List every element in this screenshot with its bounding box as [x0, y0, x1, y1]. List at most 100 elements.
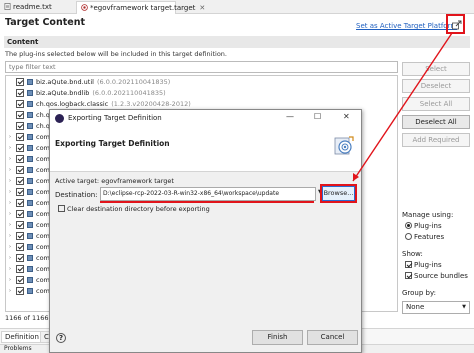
chevron-right-icon[interactable]: › [9, 288, 16, 294]
page-title: Target Content [5, 17, 85, 28]
target-icon [81, 4, 88, 11]
tab-definition[interactable]: Definition [1, 331, 43, 343]
chevron-right-icon[interactable]: › [9, 156, 16, 162]
help-icon[interactable]: ? [56, 333, 66, 343]
group-by-label: Group by: [402, 289, 436, 297]
tree-row-name: com [36, 198, 50, 207]
checkbox-checked-icon[interactable] [16, 165, 24, 174]
destination-underline-annotation [100, 201, 314, 203]
radio-selected-icon [405, 222, 412, 229]
checkbox-checked-icon[interactable] [16, 253, 24, 262]
export-icon-highlight [446, 14, 465, 34]
show-label: Show: [402, 250, 423, 258]
tree-row-name: com [36, 209, 50, 218]
plugin-icon [27, 111, 33, 118]
maximize-icon[interactable]: ☐ [314, 112, 321, 121]
tree-row-name: com [36, 286, 50, 295]
checkbox-checked-icon[interactable] [16, 209, 24, 218]
chevron-right-icon[interactable]: › [9, 145, 16, 151]
select-button[interactable]: Select [402, 62, 470, 76]
editor-tab-bar: readme.txt *egovframework target.target ✕ [0, 0, 474, 14]
chevron-right-icon[interactable]: › [9, 134, 16, 140]
clear-destination-checkbox[interactable]: Clear destination directory before expor… [58, 205, 210, 213]
close-icon[interactable]: ✕ [199, 4, 205, 12]
plugin-icon [27, 155, 33, 162]
tree-row-name: com [36, 275, 50, 284]
group-by-value: None [406, 303, 425, 311]
add-required-button[interactable]: Add Required [402, 133, 470, 147]
tree-row[interactable]: biz.aQute.bndlib (6.0.0.202110041835) [6, 87, 397, 98]
select-all-button[interactable]: Select All [402, 97, 470, 111]
tree-row[interactable]: ch.qos.logback.classic (1.2.3.v20200428-2… [6, 98, 397, 109]
chevron-right-icon[interactable]: › [9, 244, 16, 250]
plugin-icon [27, 144, 33, 151]
plugin-icon [27, 221, 33, 228]
plugin-icon [27, 177, 33, 184]
plugin-icon [27, 133, 33, 140]
checkbox-checked-icon[interactable] [16, 77, 24, 86]
checkbox-checked-icon[interactable] [16, 99, 24, 108]
chevron-right-icon[interactable]: › [9, 255, 16, 261]
browse-button-highlight [320, 184, 357, 203]
tab-target-definition[interactable]: *egovframework target.target ✕ [76, 1, 205, 14]
chevron-right-icon[interactable]: › [9, 178, 16, 184]
destination-combo[interactable]: D:\eclipse-rcp-2022-03-R-win32-x86_64\wo… [100, 187, 316, 201]
chevron-right-icon[interactable]: › [9, 189, 16, 195]
cancel-button[interactable]: Cancel [307, 330, 358, 345]
dialog-titlebar: Exporting Target Definition — ☐ ✕ [50, 110, 361, 128]
checkbox-checked-icon[interactable] [16, 132, 24, 141]
checkbox-checked-icon[interactable] [16, 187, 24, 196]
set-active-target-link[interactable]: Set as Active Target Platform [356, 22, 457, 30]
tree-row-name: ch.q [36, 110, 50, 119]
show-plugins-checkbox[interactable]: Plug-ins [405, 261, 442, 269]
finish-button[interactable]: Finish [252, 330, 303, 345]
checkbox-checked-icon[interactable] [16, 110, 24, 119]
manage-plugins-radio[interactable]: Plug-ins [405, 222, 442, 230]
chevron-right-icon[interactable]: › [9, 222, 16, 228]
chevron-right-icon[interactable]: › [9, 266, 16, 272]
content-description: The plug-ins selected below will be incl… [5, 50, 227, 58]
show-source-bundles-checkbox[interactable]: Source bundles [405, 272, 468, 280]
minimize-icon[interactable]: — [286, 112, 294, 121]
tree-row-version: (1.2.3.v20200428-2012) [111, 99, 191, 108]
tree-row-version: (6.0.0.202110041835) [92, 88, 166, 97]
checkbox-checked-icon[interactable] [16, 286, 24, 295]
chevron-right-icon[interactable]: › [9, 167, 16, 173]
checkbox-checked-icon[interactable] [16, 231, 24, 240]
tree-row-name: com [36, 187, 50, 196]
plugin-icon [27, 166, 33, 173]
deselect-all-button[interactable]: Deselect All [402, 115, 470, 129]
active-target-text: Active target: egovframework target [55, 177, 174, 185]
plugin-icon [27, 122, 33, 129]
checkbox-checked-icon[interactable] [16, 88, 24, 97]
checkbox-checked-icon[interactable] [16, 220, 24, 229]
chevron-right-icon[interactable]: › [9, 277, 16, 283]
plugin-icon [27, 243, 33, 250]
checkbox-checked-icon[interactable] [16, 121, 24, 130]
chevron-right-icon[interactable]: › [9, 233, 16, 239]
checkbox-checked-icon[interactable] [16, 154, 24, 163]
selection-count: 1166 of 1166 [5, 314, 49, 322]
group-by-select[interactable]: None ▼ [402, 301, 470, 314]
eclipse-icon [55, 114, 64, 123]
close-icon[interactable]: ✕ [343, 112, 350, 121]
filter-input[interactable] [5, 61, 398, 73]
plugin-icon [27, 254, 33, 261]
tab-readme[interactable]: readme.txt [0, 1, 76, 14]
plugin-icon [27, 199, 33, 206]
tree-row-name: ch.q [36, 121, 50, 130]
tree-row-name: com [36, 143, 50, 152]
chevron-right-icon[interactable]: › [9, 200, 16, 206]
checkbox-checked-icon[interactable] [16, 275, 24, 284]
manage-using-label: Manage using: [402, 211, 454, 219]
tree-row[interactable]: biz.aQute.bnd.util (6.0.0.202110041835) [6, 76, 397, 87]
checkbox-checked-icon[interactable] [16, 176, 24, 185]
manage-features-radio[interactable]: Features [405, 233, 444, 241]
deselect-button[interactable]: Deselect [402, 79, 470, 93]
tab-label: readme.txt [13, 3, 52, 11]
checkbox-checked-icon[interactable] [16, 264, 24, 273]
checkbox-checked-icon[interactable] [16, 198, 24, 207]
checkbox-checked-icon[interactable] [16, 143, 24, 152]
checkbox-checked-icon[interactable] [16, 242, 24, 251]
chevron-right-icon[interactable]: › [9, 211, 16, 217]
